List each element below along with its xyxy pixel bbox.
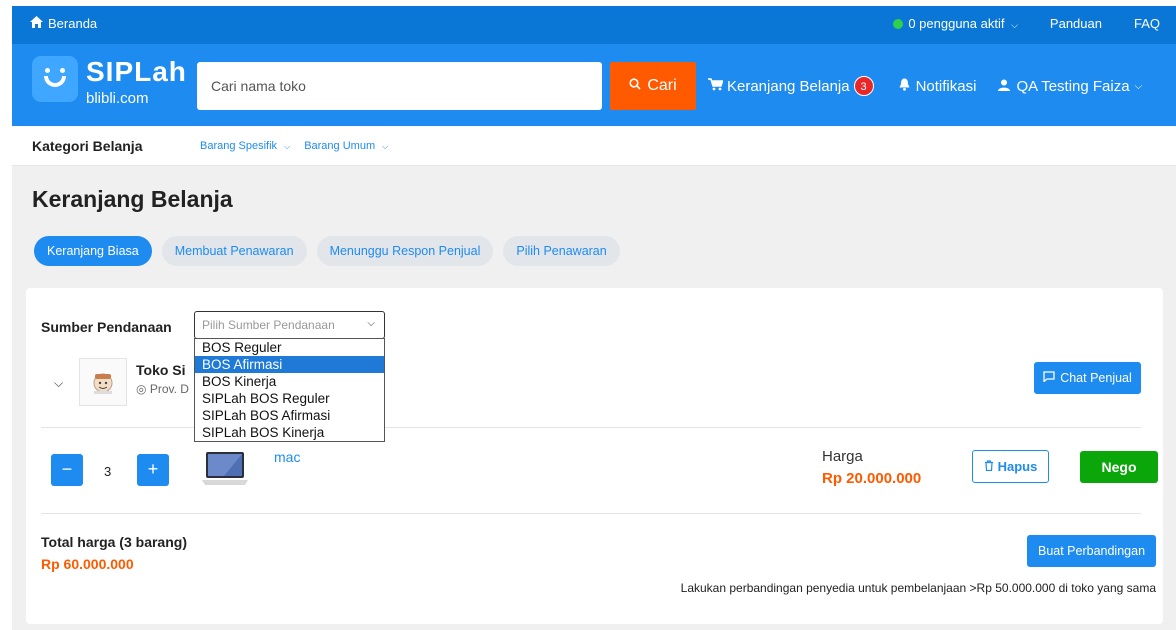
store-name[interactable]: Toko Si [136,362,186,378]
funding-option[interactable]: SIPLah BOS Afirmasi [195,407,384,424]
home-label: Beranda [48,16,98,31]
search-button[interactable]: Cari [610,62,696,110]
bell-icon [899,78,910,95]
online-dot-icon [893,19,904,29]
delete-button[interactable]: Hapus [972,450,1049,483]
chat-seller-button[interactable]: Chat Penjual [1034,362,1141,394]
main-content: Keranjang Belanja Keranjang Biasa Membua… [12,166,1176,630]
funding-option[interactable]: SIPLah BOS Kinerja [195,424,384,441]
quantity-decrease-button[interactable]: − [51,454,83,486]
funding-source-label: Sumber Pendanaan [41,319,172,335]
logo-icon[interactable] [32,56,78,102]
home-link[interactable]: Beranda [30,16,97,31]
category-link-label: Barang Umum [304,140,376,152]
store-location-label: Prov. D [149,382,189,396]
chat-seller-label: Chat Penjual [1060,371,1132,385]
category-title: Kategori Belanja [32,138,143,154]
active-users-dropdown[interactable]: 0 pengguna aktif ⌵ [893,16,1018,31]
comparison-note: Lakukan perbandingan penyedia untuk pemb… [680,581,1156,595]
home-icon [30,16,43,31]
funding-source-options: BOS Reguler BOS Afirmasi BOS Kinerja SIP… [194,338,385,442]
chevron-down-icon: ⌵ [1011,20,1018,30]
total-label: Total harga (3 barang) [41,534,187,550]
funding-source-select[interactable]: Pilih Sumber Pendanaan ⌵ [194,311,385,339]
active-users-label: 0 pengguna aktif [908,16,1005,31]
page-title: Keranjang Belanja [32,186,233,212]
logo-eye-icon [60,68,65,73]
quantity-increase-button[interactable]: + [137,454,169,486]
tab-regular-cart[interactable]: Keranjang Biasa [34,236,152,266]
logo-eye-icon [45,68,50,73]
price-value: Rp 20.000.000 [822,470,922,487]
category-bar: Kategori Belanja Barang Spesifik ⌵ Baran… [12,126,1176,166]
category-links: Barang Spesifik ⌵ Barang Umum ⌵ [200,140,388,152]
store-logo [79,358,127,406]
tab-create-offer[interactable]: Membuat Penawaran [161,236,307,266]
divider [41,513,1141,514]
category-link-specific[interactable]: Barang Spesifik ⌵ [200,140,290,152]
funding-source-placeholder: Pilih Sumber Pendanaan [202,318,335,332]
user-icon [998,78,1011,95]
chevron-down-icon: ⌵ [382,142,389,151]
search-input[interactable] [197,62,602,110]
logo-title[interactable]: SIPLah [86,56,187,88]
store-location: ◎ Prov. D [136,382,189,396]
trash-icon [984,459,994,474]
cart-card: Sumber Pendanaan Pilih Sumber Pendanaan … [26,288,1163,624]
funding-option[interactable]: BOS Reguler [195,339,384,356]
funding-option[interactable]: BOS Kinerja [195,373,384,390]
top-bar-right: 0 pengguna aktif ⌵ Panduan FAQ [893,16,1160,31]
funding-option-highlighted[interactable]: BOS Afirmasi [195,356,384,373]
collapse-chevron-icon[interactable]: ⌵ [54,376,63,391]
search-button-label: Cari [647,77,677,94]
user-menu[interactable]: QA Testing Faiza ⌵ [998,78,1142,95]
tab-awaiting-seller[interactable]: Menunggu Respon Penjual [316,236,494,266]
total-value: Rp 60.000.000 [41,556,134,572]
tab-choose-offer[interactable]: Pilih Penawaran [503,236,620,266]
product-image[interactable] [202,448,248,492]
chevron-down-icon: ⌵ [284,142,291,151]
notifications-link[interactable]: Notifikasi [899,77,977,95]
cart-count-badge: 3 [853,76,874,96]
header-links: Keranjang Belanja 3 Notifikasi QA Testin… [708,76,1142,96]
logo-smile-icon [44,76,66,87]
chevron-down-icon: ⌵ [367,318,375,329]
location-pin-icon: ◎ [136,382,147,396]
logo-subtitle: blibli.com [86,90,149,107]
product-name-link[interactable]: mac [274,449,300,465]
category-link-label: Barang Spesifik [200,140,278,152]
user-name: QA Testing Faiza [1016,77,1130,95]
price-label: Harga [822,448,863,465]
notifications-label: Notifikasi [915,77,977,95]
cart-icon [708,77,724,95]
guide-link[interactable]: Panduan [1050,16,1102,31]
quantity-value[interactable]: 3 [104,464,111,479]
main-header: SIPLah blibli.com Cari Keranjang Belanja… [12,44,1176,126]
create-comparison-button[interactable]: Buat Perbandingan [1027,535,1156,567]
search-icon [629,77,641,95]
nego-button[interactable]: Nego [1080,451,1158,483]
delete-label: Hapus [997,459,1038,474]
faq-link[interactable]: FAQ [1134,16,1160,31]
cart-label: Keranjang Belanja [727,77,850,95]
category-link-general[interactable]: Barang Umum ⌵ [304,140,388,152]
funding-option[interactable]: SIPLah BOS Reguler [195,390,384,407]
cart-tabs: Keranjang Biasa Membuat Penawaran Menung… [34,236,620,266]
chevron-down-icon: ⌵ [1134,80,1143,92]
cart-link[interactable]: Keranjang Belanja 3 [708,76,874,96]
chat-icon [1043,371,1055,385]
top-bar: Beranda 0 pengguna aktif ⌵ Panduan FAQ [12,6,1176,44]
